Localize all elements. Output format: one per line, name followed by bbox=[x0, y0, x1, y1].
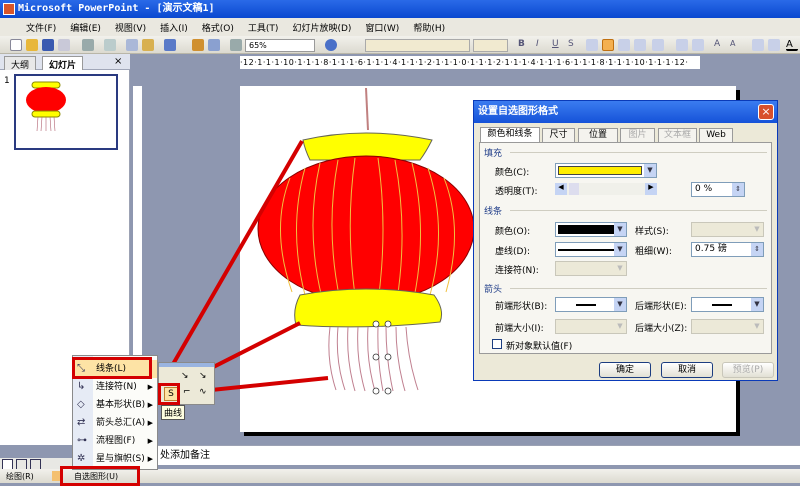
fill-color-select[interactable]: ▼ bbox=[555, 163, 657, 178]
chevron-down-icon: ▼ bbox=[614, 223, 626, 236]
tab-size[interactable]: 尺寸 bbox=[542, 128, 575, 142]
stars-banners-icon: ✲ bbox=[77, 453, 86, 464]
spinner-icon[interactable]: ⇕ bbox=[751, 243, 763, 256]
notes-placeholder: 处添加备注 bbox=[160, 450, 210, 461]
begin-size-label: 前端大小(I): bbox=[495, 324, 544, 334]
end-size-select: ▼ bbox=[691, 319, 764, 334]
dialog-title: 设置自选图形格式 bbox=[474, 101, 777, 123]
menu-item-block-arrows[interactable]: ⇄ 箭头总汇(A) ▶ bbox=[73, 414, 157, 432]
curve-tooltip: 曲线 bbox=[161, 405, 186, 420]
end-style-label: 后端形状(E): bbox=[635, 302, 687, 312]
scribble-icon[interactable]: ∿ bbox=[199, 387, 207, 397]
chevron-down-icon: ▼ bbox=[751, 320, 763, 333]
preview-button: 预览(P) bbox=[722, 362, 774, 378]
ok-button[interactable]: 确定 bbox=[599, 362, 651, 378]
chevron-down-icon: ▼ bbox=[751, 223, 763, 236]
line-color-label: 颜色(O): bbox=[495, 227, 531, 237]
weight-input[interactable]: 0.75 磅 ⇕ bbox=[691, 242, 764, 257]
tab-position[interactable]: 位置 bbox=[578, 128, 618, 142]
flowchart-icon: ⊶ bbox=[77, 435, 87, 446]
dash-label: 虚线(D): bbox=[495, 247, 530, 257]
end-style-select[interactable]: ▼ bbox=[691, 297, 764, 312]
chevron-down-icon: ▼ bbox=[614, 320, 626, 333]
line-style-label: 样式(S): bbox=[635, 227, 669, 237]
chevron-down-icon: ▼ bbox=[751, 298, 763, 311]
transparency-label: 透明度(T): bbox=[495, 187, 538, 197]
tab-web[interactable]: Web bbox=[699, 128, 733, 142]
end-size-label: 后端大小(Z): bbox=[635, 324, 688, 334]
chevron-down-icon: ▼ bbox=[644, 164, 656, 177]
notes-pane[interactable]: 处添加备注 bbox=[130, 445, 800, 465]
tab-picture: 图片 bbox=[620, 128, 655, 142]
arrow-line-icon[interactable]: ↘ bbox=[181, 371, 189, 381]
begin-style-label: 前端形状(B): bbox=[495, 302, 548, 312]
lantern-string bbox=[365, 87, 369, 131]
begin-style-select[interactable]: ▼ bbox=[555, 297, 627, 312]
chevron-down-icon: ▼ bbox=[614, 262, 626, 275]
chevron-down-icon: ▼ bbox=[614, 298, 626, 311]
highlight-autoshapes bbox=[60, 466, 140, 486]
line-color-swatch bbox=[558, 225, 614, 234]
line-color-select[interactable]: ▼ bbox=[555, 222, 627, 237]
format-autoshape-dialog: 设置自选图形格式 × 颜色和线条 尺寸 位置 图片 文本框 Web 填充 颜色(… bbox=[473, 100, 778, 381]
begin-size-select: ▼ bbox=[555, 319, 627, 334]
weight-label: 粗细(W): bbox=[635, 247, 672, 257]
double-arrow-icon[interactable]: ↘ bbox=[199, 371, 207, 381]
line-style-select: ▼ bbox=[691, 222, 764, 237]
tab-colors-lines[interactable]: 颜色和线条 bbox=[480, 127, 540, 142]
transparency-slider[interactable]: ◀ ▶ bbox=[555, 183, 657, 195]
draw-menu[interactable]: 绘图(R) bbox=[6, 471, 34, 482]
block-arrows-icon: ⇄ bbox=[77, 417, 86, 428]
menu-item-connectors[interactable]: ↳ 连接符(N) ▶ bbox=[73, 378, 157, 396]
freeform-icon[interactable]: ⌐ bbox=[183, 387, 191, 397]
connector-icon: ↳ bbox=[77, 381, 86, 392]
transparency-input[interactable]: 0 % ⇕ bbox=[691, 182, 745, 197]
highlight-curve-tool bbox=[158, 383, 180, 405]
menu-item-basic-shapes[interactable]: ◇ 基本形状(B) ▶ bbox=[73, 396, 157, 414]
dash-select[interactable]: ▼ bbox=[555, 242, 627, 257]
line-heading: 线条 bbox=[484, 207, 503, 217]
spinner-icon[interactable]: ⇕ bbox=[732, 183, 744, 196]
fill-heading: 填充 bbox=[484, 149, 503, 159]
fill-color-swatch bbox=[558, 166, 642, 175]
highlight-lines-item bbox=[72, 357, 152, 379]
colors-lines-panel: 填充 颜色(C): ▼ 透明度(T): ◀ ▶ 0 % ⇕ 线条 颜色(O): ▼ … bbox=[479, 142, 772, 354]
connector-label: 连接符(N): bbox=[495, 266, 539, 276]
chevron-down-icon: ▼ bbox=[614, 243, 626, 256]
arrows-heading: 箭头 bbox=[484, 285, 503, 295]
fill-color-label: 颜色(C): bbox=[495, 168, 530, 178]
lantern-bottom-cap[interactable] bbox=[294, 288, 442, 328]
default-checkbox[interactable] bbox=[492, 339, 502, 349]
cancel-button[interactable]: 取消 bbox=[661, 362, 713, 378]
basic-shapes-icon: ◇ bbox=[77, 399, 85, 410]
default-checkbox-label: 新对象默认值(F) bbox=[506, 342, 573, 352]
menu-item-flowchart[interactable]: ⊶ 流程图(F) ▶ bbox=[73, 432, 157, 450]
connector-select: ▼ bbox=[555, 261, 627, 276]
lantern-body[interactable] bbox=[257, 155, 475, 303]
tab-textbox: 文本框 bbox=[658, 128, 697, 142]
close-icon[interactable]: × bbox=[758, 104, 774, 120]
